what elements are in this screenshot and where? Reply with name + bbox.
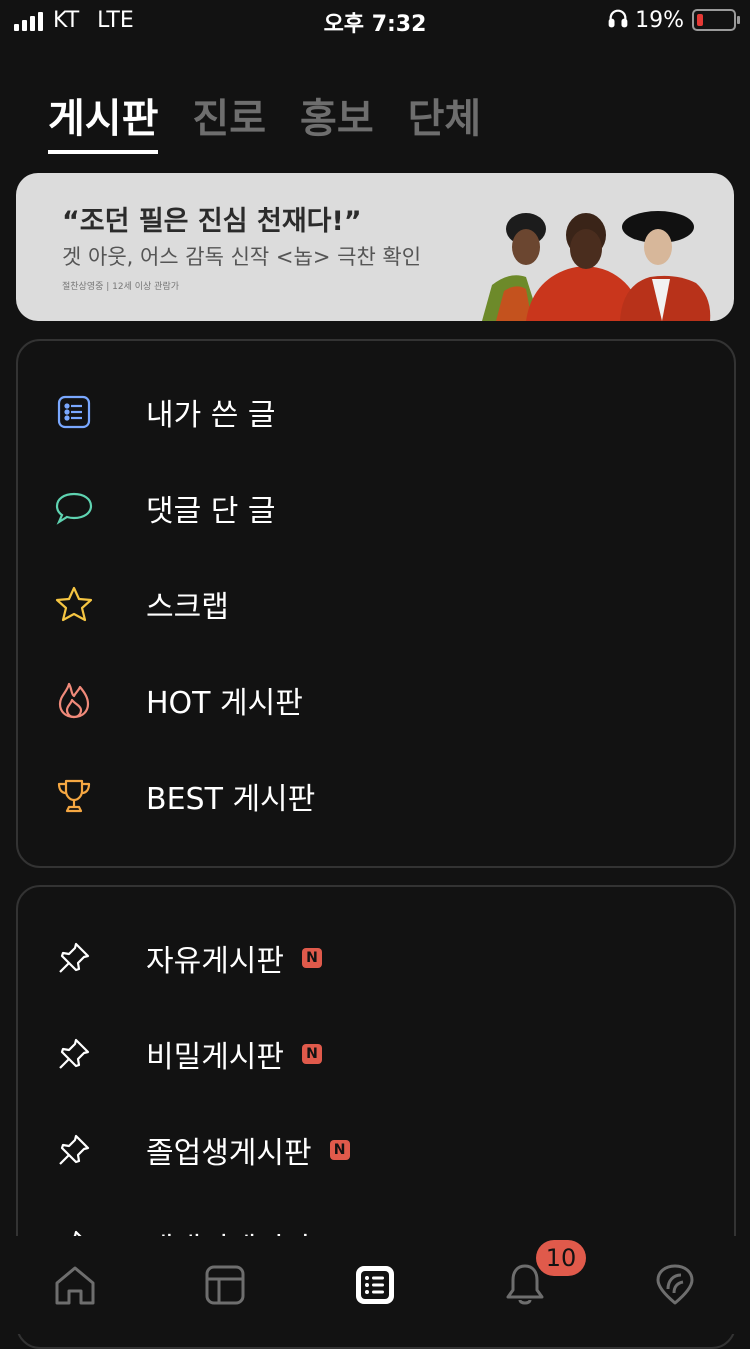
pin-icon[interactable]	[54, 938, 94, 978]
star-icon	[54, 584, 94, 624]
fire-icon	[54, 680, 94, 720]
board-graduates[interactable]: 졸업생게시판 N	[18, 1102, 734, 1198]
menu-label: HOT 게시판	[146, 686, 303, 721]
menu-scrap[interactable]: 스크랩	[18, 556, 734, 652]
menu-label: 스크랩	[146, 590, 229, 625]
bottom-nav	[0, 1236, 750, 1334]
tab-board[interactable]: 게시판	[48, 86, 159, 154]
pin-icon[interactable]	[54, 1130, 94, 1170]
trophy-icon	[54, 776, 94, 816]
status-bar: KT LTE 오후 7:32 19%	[0, 0, 750, 40]
new-badge: N	[302, 1044, 322, 1064]
new-badge: N	[329, 1140, 350, 1160]
movie-poster-image	[482, 211, 711, 321]
board-label: 비밀게시판	[146, 1040, 284, 1075]
tab-promotion[interactable]: 홍보	[300, 86, 374, 154]
menu-best-board[interactable]: BEST 게시판	[18, 748, 734, 844]
banner-headline: “조던 필은 진심 천재다!”	[62, 206, 362, 237]
menu-commented-posts[interactable]: 댓글 단 글	[18, 460, 734, 556]
notification-count-badge: 10	[536, 1240, 586, 1276]
home-icon[interactable]	[52, 1262, 98, 1308]
banner-fine-print: 절찬상영중 | 12세 이상 관람가	[62, 282, 180, 292]
new-badge: N	[302, 948, 322, 968]
menu-label: BEST 게시판	[146, 782, 316, 817]
my-menu-card: 내가 쓴 글 댓글 단 글 스크랩 HOT 게시판 BEST 게시판	[16, 339, 736, 868]
battery-icon	[692, 9, 740, 31]
battery-percent: 19%	[635, 7, 684, 33]
headphones-icon	[607, 7, 629, 33]
top-tabs: 게시판 진로 홍보 단체	[48, 86, 481, 154]
board-free[interactable]: 자유게시판 N	[18, 910, 734, 1006]
banner-subtitle: 겟 아웃, 어스 감독 신작 <놉> 극찬 확인	[62, 245, 422, 269]
timetable-icon[interactable]	[202, 1262, 248, 1308]
comment-icon	[54, 488, 94, 528]
list-icon	[54, 392, 94, 432]
board-label: 자유게시판	[146, 944, 284, 979]
board-label: 졸업생게시판	[146, 1136, 312, 1171]
ad-banner[interactable]: “조던 필은 진심 천재다!” 겟 아웃, 어스 감독 신작 <놉> 극찬 확인…	[16, 173, 734, 321]
campus-pick-icon[interactable]	[652, 1262, 698, 1308]
board-icon[interactable]	[352, 1262, 398, 1308]
board-secret[interactable]: 비밀게시판 N	[18, 1006, 734, 1102]
menu-label: 내가 쓴 글	[146, 398, 276, 433]
tab-career[interactable]: 진로	[192, 86, 266, 154]
menu-label: 댓글 단 글	[146, 494, 276, 529]
menu-hot-board[interactable]: HOT 게시판	[18, 652, 734, 748]
tab-group[interactable]: 단체	[408, 86, 482, 154]
menu-my-posts[interactable]: 내가 쓴 글	[18, 364, 734, 460]
pin-icon[interactable]	[54, 1034, 94, 1074]
